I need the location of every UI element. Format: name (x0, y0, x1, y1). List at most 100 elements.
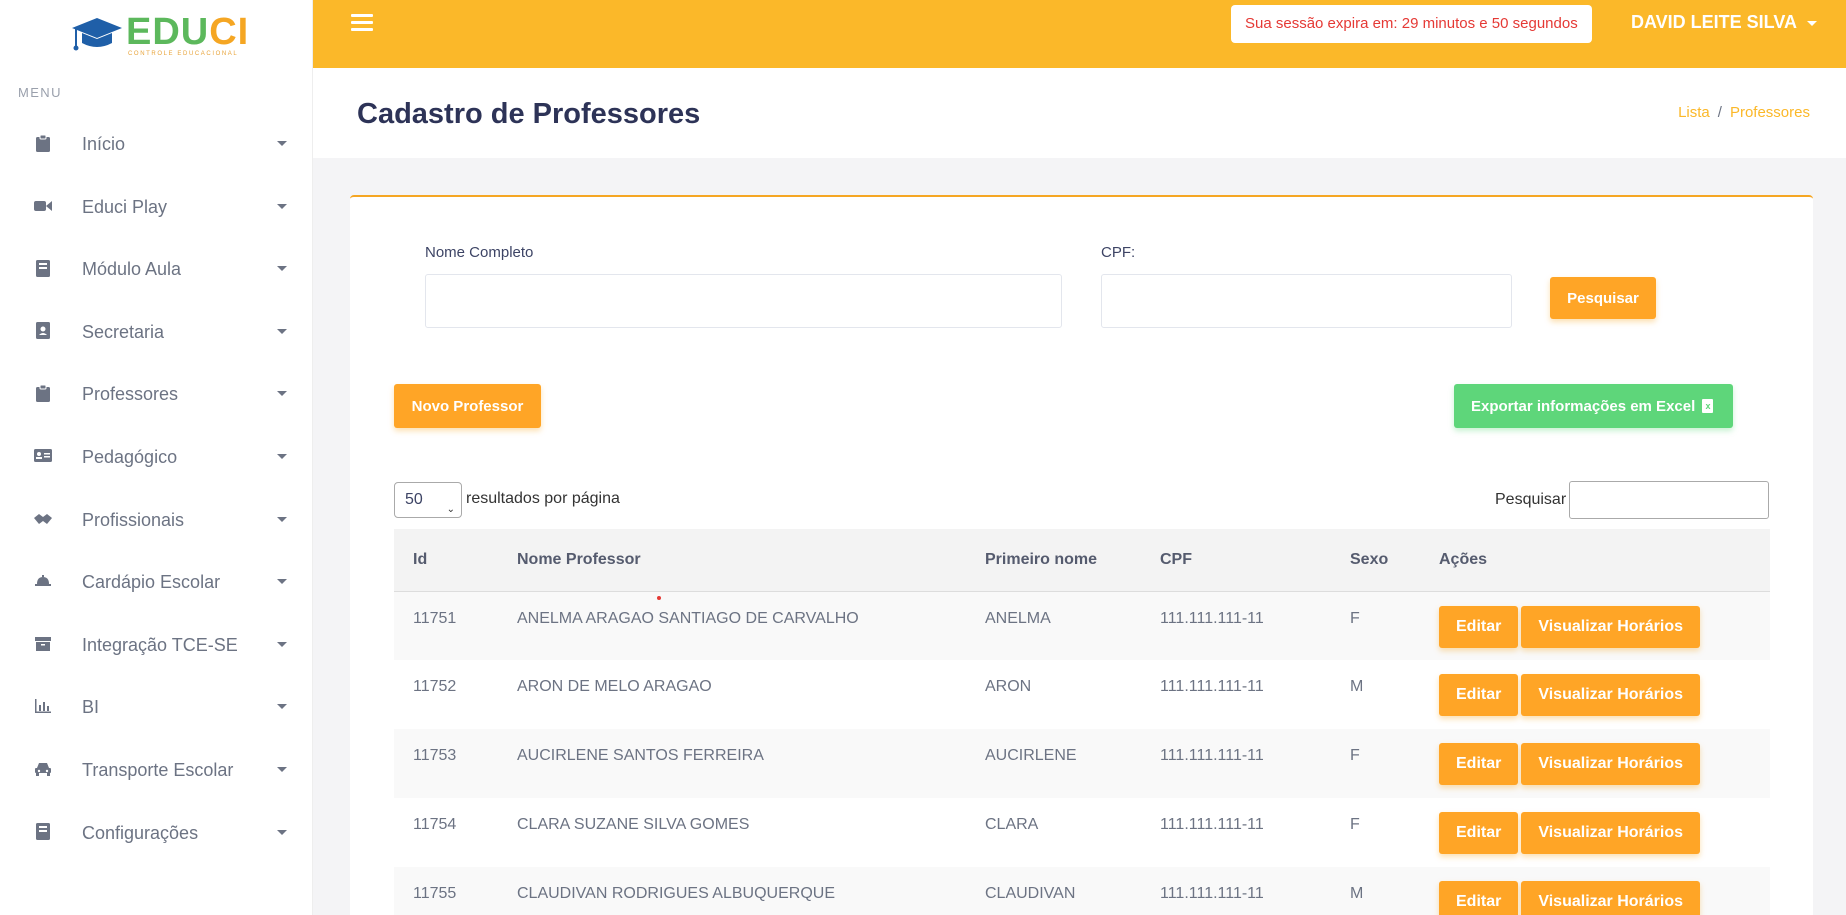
sidebar-item-cardapio-escolar[interactable]: Cardápio Escolar (0, 552, 313, 615)
bar-chart-icon (34, 697, 52, 715)
column-cpf-header[interactable]: CPF (1141, 529, 1331, 591)
professors-table: Id Nome Professor Primeiro nome CPF Sexo Açõe… (394, 529, 1770, 915)
caret-down-icon (277, 766, 287, 772)
view-schedule-button[interactable]: Visualizar Horários (1521, 674, 1700, 716)
sidebar-item-inicio[interactable]: Início (0, 114, 313, 177)
caret-down-icon (277, 704, 287, 710)
export-excel-label: Exportar informações em Excel (1471, 397, 1696, 415)
cell-sex: F (1350, 816, 1360, 833)
sidebar-item-secretaria[interactable]: Secretaria (0, 302, 313, 365)
table-row: 11751 ANELMA ARAGAO SANTIAGO DE CARVALHO A… (394, 591, 1770, 660)
cloche-icon (34, 572, 52, 590)
cell-cpf: 111.111.111-11 (1160, 678, 1264, 695)
breadcrumb: Lista / Professores (1678, 104, 1810, 121)
column-acoes-header: Ações (1439, 550, 1488, 568)
table-row: 11754 CLARA SUZANE SILVA GOMES CLARA 111.11… (394, 798, 1770, 867)
edit-button[interactable]: Editar (1439, 674, 1519, 716)
caret-down-icon (277, 641, 287, 647)
sidebar-item-profissionais[interactable]: Profissionais (0, 490, 313, 553)
page-header: Cadastro de Professores Lista / Professore… (313, 68, 1846, 158)
sidebar-item-pedagogico[interactable]: Pedagógico (0, 427, 313, 490)
edit-button[interactable]: Editar (1439, 881, 1519, 915)
cell-actions: Editar Visualizar Horários (1420, 660, 1770, 729)
caret-down-icon (277, 391, 287, 397)
edit-button[interactable]: Editar (1439, 743, 1519, 785)
sidebar-item-bi[interactable]: BI (0, 677, 313, 740)
topbar: Sua sessão expira em: 29 minutos e 50 se… (313, 0, 1846, 68)
caret-down-icon (277, 203, 287, 209)
cell-cpf: 111.111.111-11 (1160, 609, 1264, 627)
caret-down-icon (277, 516, 287, 522)
column-sexo-header[interactable]: Sexo (1331, 529, 1420, 591)
cell-cpf: 111.111.111-11 (1160, 747, 1264, 764)
table-header-row: Id Nome Professor Primeiro nome CPF Sexo Açõe… (394, 529, 1770, 591)
cell-name: ANELMA ARAGAO SANTIAGO DE CARVALHO (517, 609, 859, 627)
address-book-icon (34, 322, 52, 340)
cell-cpf: 111.111.111-11 (1160, 816, 1264, 833)
new-professor-button[interactable]: Novo Professor (394, 384, 541, 428)
name-input[interactable] (425, 274, 1062, 328)
table-row: 11753 AUCIRLENE SANTOS FERREIRA AUCIRLENE 1… (394, 729, 1770, 798)
sidebar-item-professores[interactable]: Professores (0, 364, 313, 427)
edit-button[interactable]: Editar (1439, 812, 1519, 854)
column-id-header[interactable]: Id (394, 529, 498, 591)
caret-down-icon (277, 266, 287, 272)
sidebar-item-label: Integração TCE-SE (82, 634, 238, 655)
cell-id: 11752 (413, 678, 457, 695)
user-menu[interactable]: DAVID LEITE SILVA (1631, 12, 1818, 33)
book-icon (34, 823, 52, 841)
cell-first-name: ANELMA (985, 609, 1051, 627)
cell-id: 11753 (413, 747, 457, 764)
sidebar-item-transporte-escolar[interactable]: Transporte Escolar (0, 740, 313, 803)
cell-id: 11754 (413, 816, 457, 833)
column-nome-professor-header[interactable]: Nome Professor (498, 529, 966, 591)
cell-sex: M (1350, 885, 1364, 902)
excel-file-icon: x (1702, 398, 1714, 413)
breadcrumb-item-lista[interactable]: Lista (1678, 104, 1710, 121)
page-length-label: resultados por página (466, 490, 620, 507)
cell-first-name: CLAUDIVAN (985, 885, 1076, 902)
sidebar-item-configuracoes[interactable]: Configurações (0, 803, 313, 866)
sidebar-item-label: Pedagógico (82, 446, 178, 467)
id-card-icon (34, 447, 52, 465)
page-length-value: 50 (405, 491, 423, 508)
cell-first-name: AUCIRLENE (985, 747, 1077, 764)
educi-logo[interactable]: EDUCI CONTROLE EDUCACIONAL (70, 12, 250, 57)
view-schedule-button[interactable]: Visualizar Horários (1521, 605, 1700, 648)
sidebar-item-modulo-aula[interactable]: Módulo Aula (0, 239, 313, 302)
archive-icon (34, 635, 52, 653)
page-title: Cadastro de Professores (357, 98, 701, 130)
cpf-input[interactable] (1101, 274, 1512, 328)
column-primeiro-nome-header[interactable]: Primeiro nome (966, 529, 1141, 591)
book-icon (34, 259, 52, 277)
export-excel-button[interactable]: Exportar informações em Excel x (1454, 384, 1733, 428)
sidebar-item-integracao-tce-se[interactable]: Integração TCE-SE (0, 615, 313, 678)
cell-name: AUCIRLENE SANTOS FERREIRA (517, 747, 764, 764)
hamburger-menu-icon[interactable] (351, 14, 373, 32)
caret-down-icon (277, 141, 287, 146)
cursor-dot (657, 596, 661, 600)
graduation-cap-icon (72, 18, 122, 51)
sidebar-item-label: BI (82, 697, 100, 718)
cell-actions: Editar Visualizar Horários (1420, 591, 1770, 660)
view-schedule-button[interactable]: Visualizar Horários (1521, 881, 1700, 915)
video-camera-icon (34, 197, 52, 215)
cell-name: CLARA SUZANE SILVA GOMES (517, 816, 750, 833)
cell-first-name: CLARA (985, 816, 1039, 833)
view-schedule-button[interactable]: Visualizar Horários (1521, 743, 1700, 785)
user-name: DAVID LEITE SILVA (1631, 12, 1798, 32)
view-schedule-button[interactable]: Visualizar Horários (1521, 812, 1700, 854)
clipboard-icon (34, 134, 52, 152)
sidebar-menu: Início Educi Play Módulo Aula Secretaria Pro… (0, 114, 313, 865)
sidebar-item-label: Professores (82, 384, 179, 405)
search-button[interactable]: Pesquisar (1550, 277, 1656, 319)
table-search-label: Pesquisar (1495, 491, 1567, 508)
sidebar: EDUCI CONTROLE EDUCACIONAL MENU Início Ed… (0, 0, 313, 915)
table-search-input[interactable] (1569, 481, 1769, 519)
edit-button[interactable]: Editar (1439, 605, 1519, 648)
caret-down-icon (277, 328, 287, 334)
sidebar-item-educi-play[interactable]: Educi Play (0, 177, 313, 240)
page-length-select[interactable]: 50 ⌄ (394, 482, 462, 518)
sidebar-item-label: Profissionais (82, 509, 185, 530)
cell-sex: F (1350, 747, 1360, 764)
